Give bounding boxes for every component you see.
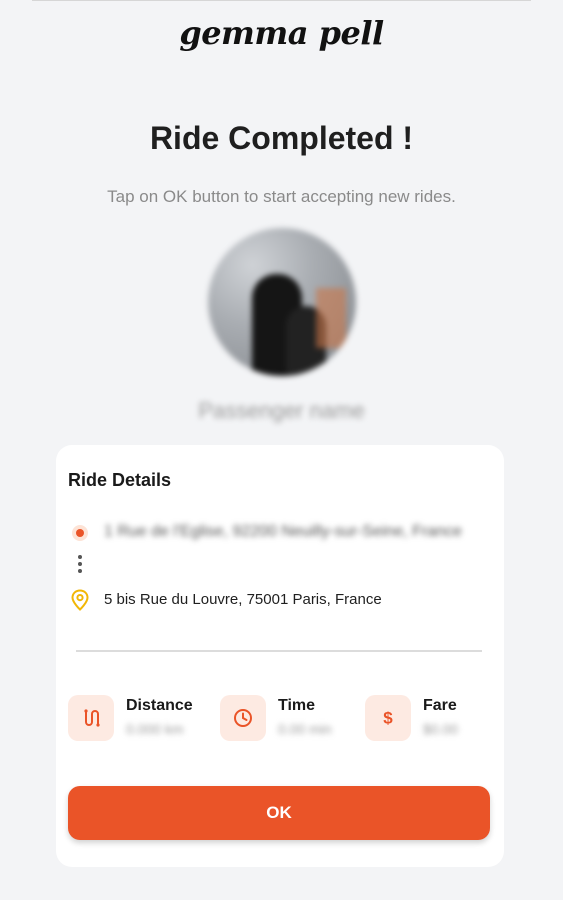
stat-time-value: 0.00 min [278,721,332,737]
passenger-avatar [208,228,356,376]
route-dots-icon [78,555,82,573]
stat-distance: Distance 0.000 km [68,695,208,741]
clock-icon [220,695,266,741]
stat-distance-label: Distance [126,697,193,714]
stat-time: Time 0.00 min [220,695,360,741]
route-icon [68,695,114,741]
stat-fare: $ Fare $0.00 [365,695,495,741]
stat-distance-value: 0.000 km [126,721,184,737]
pickup-dot-icon [72,525,88,541]
svg-text:$: $ [383,709,393,728]
ride-details-card: Ride Details 1 Rue de l'Eglise, 92200 Ne… [56,445,504,867]
location-pin-icon [71,589,89,611]
dropoff-address: 5 bis Rue du Louvre, 75001 Paris, France [104,591,382,608]
dollar-icon: $ [365,695,411,741]
ride-details-title: Ride Details [68,470,172,490]
stat-time-label: Time [278,697,316,714]
page-title: Ride Completed ! [149,120,414,156]
top-divider [32,0,531,1]
passenger-name: Passenger name [198,398,365,423]
brand-logo: gemma pell [179,14,384,52]
page-subtitle: Tap on OK button to start accepting new … [107,187,456,206]
divider [76,650,482,652]
stat-fare-value: $0.00 [423,721,459,737]
ok-button[interactable]: OK [68,786,490,840]
pickup-address: 1 Rue de l'Eglise, 92200 Neuilly-sur-Sei… [104,523,462,540]
stat-fare-label: Fare [423,697,457,714]
